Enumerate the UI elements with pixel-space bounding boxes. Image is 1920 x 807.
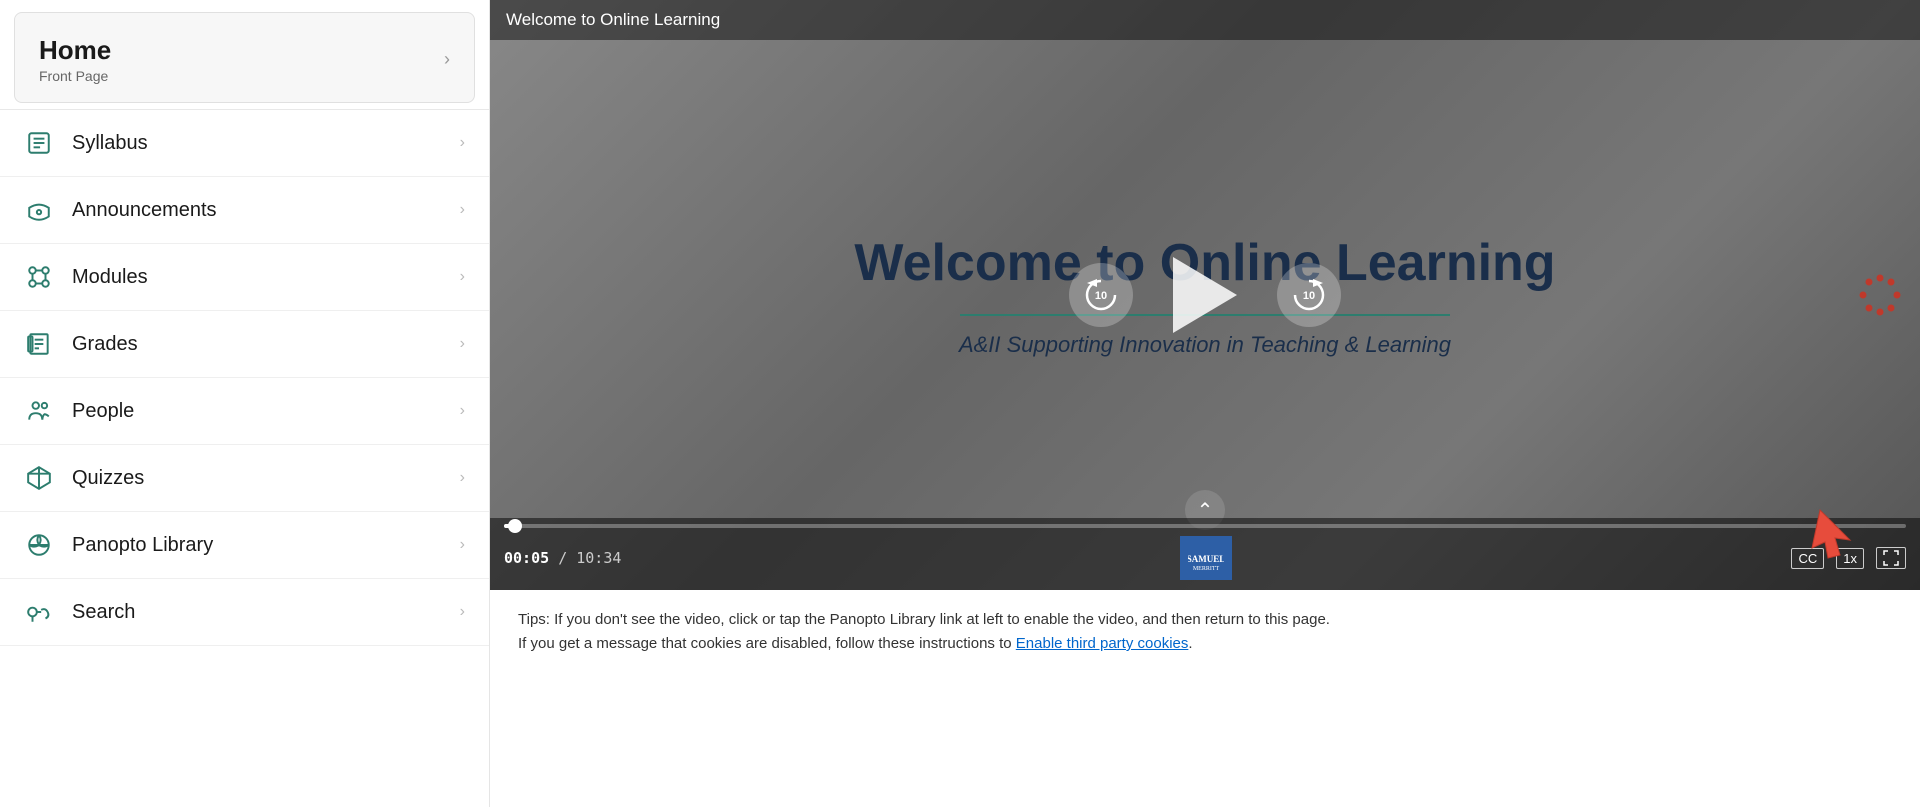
progress-bar[interactable] [504, 524, 1906, 528]
forward-icon: 10 [1287, 273, 1331, 317]
time-display: 00:05 / 10:34 [504, 549, 621, 567]
sidebar-item-syllabus[interactable]: Syllabus › [0, 110, 489, 177]
chevron-right-icon: › [460, 603, 465, 621]
sidebar: Home Front Page › Syllabus › [0, 0, 490, 807]
red-arrow-annotation [1800, 500, 1860, 560]
svg-text:MERRITT: MERRITT [1193, 566, 1220, 572]
chevron-right-icon: › [460, 536, 465, 554]
smu-logo-icon: SAMUEL MERRITT [1188, 540, 1224, 576]
forward-button[interactable]: 10 [1277, 263, 1341, 327]
video-slide-subtitle: A&II Supporting Innovation in Teaching &… [854, 332, 1555, 358]
time-total: 10:34 [576, 549, 621, 567]
chevron-right-icon: › [444, 49, 450, 70]
sidebar-item-panopto[interactable]: Panopto Library › [0, 512, 489, 579]
sidebar-item-modules-label: Modules [72, 266, 148, 289]
sidebar-home-title: Home [39, 35, 111, 66]
chevron-right-icon: › [460, 268, 465, 286]
panopto-settings-icon[interactable] [1856, 271, 1904, 319]
svg-text:SAMUEL: SAMUEL [1188, 554, 1224, 564]
sidebar-item-panopto-label: Panopto Library [72, 534, 213, 557]
sidebar-item-announcements-label: Announcements [72, 199, 217, 222]
people-icon [24, 396, 54, 426]
panopto-icon [24, 530, 54, 560]
chevron-right-icon: › [460, 201, 465, 219]
video-player[interactable]: Welcome to Online Learning Welcome to On… [490, 0, 1920, 590]
quizzes-icon [24, 463, 54, 493]
sidebar-item-home[interactable]: Home Front Page › [14, 12, 475, 103]
sidebar-item-search-label: Search [72, 601, 135, 624]
rewind-icon: 10 [1079, 273, 1123, 317]
sidebar-item-announcements[interactable]: Announcements › [0, 177, 489, 244]
svg-text:10: 10 [1303, 290, 1315, 302]
sidebar-item-people[interactable]: People › [0, 378, 489, 445]
fullscreen-icon [1883, 550, 1899, 566]
chevron-right-icon: › [460, 134, 465, 152]
tips-text-1: Tips: If you don't see the video, click … [518, 608, 1892, 632]
sidebar-item-syllabus-label: Syllabus [72, 132, 148, 155]
syllabus-icon [24, 128, 54, 158]
sidebar-item-grades-label: Grades [72, 333, 138, 356]
fullscreen-button[interactable] [1876, 547, 1906, 569]
play-triangle-icon [1173, 257, 1237, 333]
sidebar-item-search[interactable]: Search › [0, 579, 489, 646]
sidebar-item-modules[interactable]: Modules › [0, 244, 489, 311]
play-button[interactable] [1173, 257, 1237, 333]
samuel-merritt-logo: SAMUEL MERRITT [1180, 536, 1232, 580]
main-content: Welcome to Online Learning Welcome to On… [490, 0, 1920, 807]
progress-handle[interactable] [508, 519, 522, 533]
grades-icon [24, 329, 54, 359]
tips-text-2: If you get a message that cookies are di… [518, 632, 1892, 656]
sidebar-item-people-label: People [72, 400, 134, 423]
search-icon [24, 597, 54, 627]
video-bottom-controls: 00:05 / 10:34 SAMUEL MERRITT [490, 518, 1920, 590]
svg-text:10: 10 [1095, 290, 1107, 302]
tips-section: Tips: If you don't see the video, click … [490, 590, 1920, 674]
sidebar-item-grades[interactable]: Grades › [0, 311, 489, 378]
video-controls-center: 10 10 [1069, 257, 1341, 333]
video-title: Welcome to Online Learning [506, 10, 720, 29]
time-current: 00:05 [504, 549, 549, 567]
announcements-icon [24, 195, 54, 225]
enable-cookies-link[interactable]: Enable third party cookies [1016, 635, 1189, 652]
modules-icon [24, 262, 54, 292]
chevron-right-icon: › [460, 402, 465, 420]
rewind-button[interactable]: 10 [1069, 263, 1133, 327]
sidebar-item-quizzes[interactable]: Quizzes › [0, 445, 489, 512]
sidebar-item-quizzes-label: Quizzes [72, 467, 144, 490]
sidebar-home-subtitle: Front Page [39, 68, 111, 84]
video-title-bar: Welcome to Online Learning [490, 0, 1920, 40]
chevron-right-icon: › [460, 335, 465, 353]
chevron-right-icon: › [460, 469, 465, 487]
